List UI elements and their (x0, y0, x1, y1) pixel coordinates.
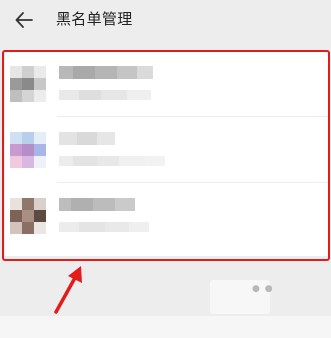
arrow-left-icon (15, 12, 33, 28)
contact-meta (59, 156, 165, 166)
contact-meta (59, 90, 151, 100)
avatar (10, 132, 46, 168)
contact-meta (59, 222, 149, 232)
contact-name (59, 198, 135, 211)
annotation-arrow (54, 266, 82, 314)
contact-name (59, 66, 153, 79)
bottom-strip (0, 316, 331, 338)
divider (57, 116, 328, 117)
watermark-dots: ● ● (252, 284, 274, 294)
blacklist-item[interactable] (5, 118, 328, 183)
blacklist-list (5, 52, 328, 256)
contact-name (59, 132, 115, 145)
back-button[interactable] (11, 7, 37, 33)
top-bar: 黑名单管理 (0, 0, 331, 40)
avatar (10, 198, 46, 234)
page-title: 黑名单管理 (56, 10, 133, 28)
divider (57, 182, 328, 183)
blacklist-item[interactable] (5, 52, 328, 117)
avatar (10, 66, 46, 102)
blacklist-item[interactable] (5, 184, 328, 249)
